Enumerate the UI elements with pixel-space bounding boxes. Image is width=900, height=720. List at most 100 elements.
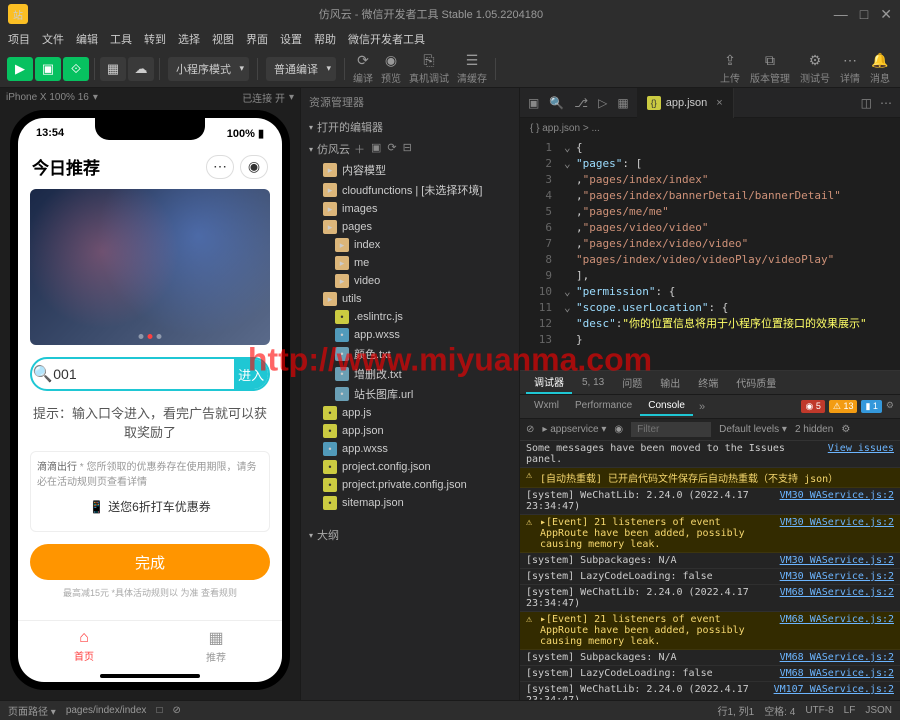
tree-app.wxss[interactable]: •app.wxss bbox=[301, 326, 519, 344]
console-context[interactable]: ▸ appservice ▾ bbox=[542, 424, 606, 435]
tree-cloudfunctions | [未选择环境][interactable]: ▸cloudfunctions | [未选择环境] bbox=[301, 180, 519, 200]
tree-pages[interactable]: ▸pages bbox=[301, 218, 519, 236]
device-label[interactable]: iPhone X 100% 16 bbox=[6, 92, 89, 103]
tool-消息[interactable]: 🔔消息 bbox=[870, 52, 890, 85]
minimize-icon[interactable]: — bbox=[834, 6, 848, 23]
capsule-more-icon[interactable]: ⋯ bbox=[206, 155, 234, 179]
search-input[interactable] bbox=[53, 359, 234, 389]
tree-images[interactable]: ▸images bbox=[301, 200, 519, 218]
collapse-icon[interactable]: ⊟ bbox=[403, 141, 412, 157]
tool-真机调试[interactable]: ⎘真机调试 bbox=[409, 52, 449, 85]
tool-预览[interactable]: ◉预览 bbox=[381, 52, 401, 85]
compile-select[interactable]: 普通编译 bbox=[266, 57, 336, 81]
more-actions-icon[interactable]: ⋯ bbox=[880, 96, 892, 110]
menu-项目[interactable]: 项目 bbox=[8, 31, 30, 47]
editor-tab-appjson[interactable]: {}app.json× bbox=[637, 88, 734, 118]
explorer-icon[interactable]: ▣ bbox=[528, 96, 539, 110]
sb-pages/index/index[interactable]: pages/index/index bbox=[66, 705, 147, 716]
dt-Wxml[interactable]: Wxml bbox=[526, 397, 567, 416]
open-editors-section[interactable]: 打开的编辑器 bbox=[301, 116, 519, 138]
dt-Performance[interactable]: Performance bbox=[567, 397, 640, 416]
dtleft-终端[interactable]: 终端 bbox=[690, 372, 726, 393]
tool-上传[interactable]: ⇪上传 bbox=[720, 52, 740, 85]
dtleft-调试器[interactable]: 调试器 bbox=[526, 371, 572, 394]
dtleft-代码质量[interactable]: 代码质量 bbox=[728, 372, 784, 393]
tree-增删改.txt[interactable]: •增删改.txt bbox=[301, 364, 519, 384]
sb-□[interactable]: □ bbox=[156, 705, 162, 716]
menu-转到[interactable]: 转到 bbox=[144, 31, 166, 47]
menu-帮助[interactable]: 帮助 bbox=[314, 31, 336, 47]
sb-LF[interactable]: LF bbox=[844, 705, 856, 716]
outline-section[interactable]: 大纲 bbox=[301, 524, 519, 546]
tree-.eslintrc.js[interactable]: •.eslintrc.js bbox=[301, 308, 519, 326]
console-clear-icon[interactable]: ⊘ bbox=[526, 424, 534, 435]
tree-sitemap.json[interactable]: •sitemap.json bbox=[301, 494, 519, 512]
new-file-icon[interactable]: ＋ bbox=[354, 141, 365, 157]
sb-页面路径 ▾[interactable]: 页面路径 ▾ bbox=[8, 703, 56, 718]
sb-JSON[interactable]: JSON bbox=[865, 705, 892, 716]
console-filter-input[interactable] bbox=[631, 422, 711, 437]
tab-close-icon[interactable]: × bbox=[716, 97, 722, 109]
tool-编译[interactable]: ⟳编译 bbox=[353, 52, 373, 85]
menu-选择[interactable]: 选择 bbox=[178, 31, 200, 47]
done-button[interactable]: 完成 bbox=[30, 544, 270, 580]
tree-app.wxss[interactable]: •app.wxss bbox=[301, 440, 519, 458]
sb-⊘[interactable]: ⊘ bbox=[172, 705, 180, 716]
eye-icon[interactable]: ◉ bbox=[614, 424, 623, 435]
tree-project.private.config.json[interactable]: •project.private.config.json bbox=[301, 476, 519, 494]
tab-首页[interactable]: ⌂首页 bbox=[18, 621, 150, 670]
extensions-icon[interactable]: ▦ bbox=[617, 96, 628, 110]
banner-image[interactable] bbox=[30, 189, 270, 345]
tree-index[interactable]: ▸index bbox=[301, 236, 519, 254]
dtleft-输出[interactable]: 输出 bbox=[652, 372, 688, 393]
maximize-icon[interactable]: □ bbox=[860, 6, 868, 23]
tree-内容模型[interactable]: ▸内容模型 bbox=[301, 160, 519, 180]
sb-空格: 4[interactable]: 空格: 4 bbox=[764, 703, 795, 718]
warning-count-badge[interactable]: ⚠ 13 bbox=[829, 400, 858, 413]
editor-button[interactable]: ▣ bbox=[35, 57, 61, 81]
log-levels-select[interactable]: Default levels ▾ bbox=[719, 424, 787, 435]
project-root[interactable]: 仿风云 ＋▣⟳⊟ bbox=[301, 138, 519, 160]
visualize-button[interactable]: ▦ bbox=[100, 57, 126, 81]
debugger-button[interactable]: ⟐ bbox=[63, 57, 89, 81]
error-count-badge[interactable]: ◉ 5 bbox=[801, 400, 824, 413]
menu-设置[interactable]: 设置 bbox=[280, 31, 302, 47]
capsule-close-icon[interactable]: ◉ bbox=[240, 155, 268, 179]
new-folder-icon[interactable]: ▣ bbox=[371, 141, 381, 157]
scm-icon[interactable]: ⎇ bbox=[574, 96, 588, 110]
enter-button[interactable]: 进入 bbox=[234, 359, 268, 389]
tree-站长图库.url[interactable]: •站长图库.url bbox=[301, 384, 519, 404]
menu-视图[interactable]: 视图 bbox=[212, 31, 234, 47]
dtleft-问题[interactable]: 问题 bbox=[614, 372, 650, 393]
split-editor-icon[interactable]: ◫ bbox=[861, 96, 872, 110]
dtleft-5, 13[interactable]: 5, 13 bbox=[574, 374, 612, 391]
cloud-dev-button[interactable]: ☁ bbox=[128, 57, 154, 81]
tree-video[interactable]: ▸video bbox=[301, 272, 519, 290]
tool-清缓存[interactable]: ☰清缓存 bbox=[457, 52, 487, 85]
tool-详情[interactable]: ⋯详情 bbox=[840, 52, 860, 85]
console-settings-icon[interactable]: ⚙ bbox=[841, 424, 850, 435]
menu-编辑[interactable]: 编辑 bbox=[76, 31, 98, 47]
close-icon[interactable]: ✕ bbox=[880, 6, 892, 23]
tree-颜色.txt[interactable]: •颜色.txt bbox=[301, 344, 519, 364]
info-count-badge[interactable]: ▮ 1 bbox=[861, 400, 881, 413]
tool-版本管理[interactable]: ⧉版本管理 bbox=[750, 52, 790, 85]
tree-app.json[interactable]: •app.json bbox=[301, 422, 519, 440]
menu-工具[interactable]: 工具 bbox=[110, 31, 132, 47]
simulator-button[interactable]: ▶ bbox=[7, 57, 33, 81]
dt-Console[interactable]: Console bbox=[640, 397, 693, 416]
mode-select[interactable]: 小程序模式 bbox=[168, 57, 249, 81]
code-editor[interactable]: 1⌄{2⌄"pages": [3,"pages/index/index"4,"p… bbox=[520, 138, 900, 370]
sb-UTF-8[interactable]: UTF-8 bbox=[805, 705, 833, 716]
tree-me[interactable]: ▸me bbox=[301, 254, 519, 272]
search-panel-icon[interactable]: 🔍 bbox=[549, 96, 564, 110]
menu-文件[interactable]: 文件 bbox=[42, 31, 64, 47]
hidden-count[interactable]: 2 hidden bbox=[795, 424, 833, 435]
tree-app.js[interactable]: •app.js bbox=[301, 404, 519, 422]
breadcrumb[interactable]: { } app.json > ... bbox=[520, 118, 900, 138]
debug-icon[interactable]: ▷ bbox=[598, 96, 607, 110]
tree-utils[interactable]: ▸utils bbox=[301, 290, 519, 308]
tab-推荐[interactable]: ▦推荐 bbox=[150, 621, 282, 670]
sb-行1, 列1[interactable]: 行1, 列1 bbox=[718, 703, 755, 718]
menu-界面[interactable]: 界面 bbox=[246, 31, 268, 47]
